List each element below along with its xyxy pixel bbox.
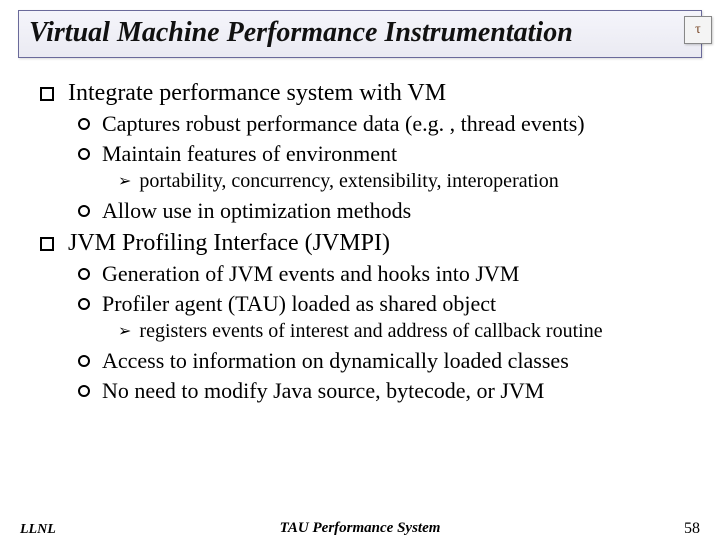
bullet-level2: Captures robust performance data (e.g. ,…	[78, 111, 692, 137]
circle-bullet-icon	[78, 205, 90, 217]
bullet-level2: Access to information on dynamically loa…	[78, 348, 692, 374]
slide-content: Integrate performance system with VM Cap…	[0, 58, 720, 404]
bullet-text: Access to information on dynamically loa…	[102, 348, 569, 374]
bullet-text: JVM Profiling Interface (JVMPI)	[68, 230, 390, 257]
slide-footer: LLNL TAU Performance System 58	[0, 520, 720, 538]
circle-bullet-icon	[78, 355, 90, 367]
bullet-text: Profiler agent (TAU) loaded as shared ob…	[102, 291, 496, 317]
bullet-level1: JVM Profiling Interface (JVMPI)	[40, 230, 692, 257]
title-bar: Virtual Machine Performance Instrumentat…	[18, 10, 702, 58]
footer-left: LLNL	[20, 522, 56, 538]
slide-title: Virtual Machine Performance Instrumentat…	[29, 17, 691, 49]
bullet-text: Generation of JVM events and hooks into …	[102, 261, 519, 287]
circle-bullet-icon	[78, 298, 90, 310]
page-number: 58	[684, 520, 700, 538]
bullet-level2: Profiler agent (TAU) loaded as shared ob…	[78, 291, 692, 317]
bullet-level2: Maintain features of environment	[78, 141, 692, 167]
circle-bullet-icon	[78, 268, 90, 280]
bullet-level2: No need to modify Java source, bytecode,…	[78, 378, 692, 404]
tau-logo-icon: τ	[684, 16, 712, 44]
circle-bullet-icon	[78, 118, 90, 130]
bullet-level3: ➢ registers events of interest and addre…	[118, 320, 692, 344]
bullet-text: portability, concurrency, extensibility,…	[139, 170, 558, 193]
bullet-text: Integrate performance system with VM	[68, 80, 446, 107]
bullet-level2: Generation of JVM events and hooks into …	[78, 261, 692, 287]
slide: τ Virtual Machine Performance Instrument…	[0, 10, 720, 540]
footer-center: TAU Performance System	[280, 520, 441, 537]
bullet-text: Captures robust performance data (e.g. ,…	[102, 111, 585, 137]
bullet-text: Allow use in optimization methods	[102, 198, 411, 224]
square-bullet-icon	[40, 87, 54, 101]
square-bullet-icon	[40, 237, 54, 251]
bullet-text: registers events of interest and address…	[139, 320, 602, 343]
bullet-level3: ➢ portability, concurrency, extensibilit…	[118, 170, 692, 194]
circle-bullet-icon	[78, 385, 90, 397]
bullet-level2: Allow use in optimization methods	[78, 198, 692, 224]
chevron-right-icon: ➢	[118, 320, 131, 344]
chevron-right-icon: ➢	[118, 170, 131, 194]
circle-bullet-icon	[78, 148, 90, 160]
logo-letter: τ	[695, 22, 701, 38]
bullet-text: Maintain features of environment	[102, 141, 397, 167]
bullet-level1: Integrate performance system with VM	[40, 80, 692, 107]
bullet-text: No need to modify Java source, bytecode,…	[102, 378, 544, 404]
